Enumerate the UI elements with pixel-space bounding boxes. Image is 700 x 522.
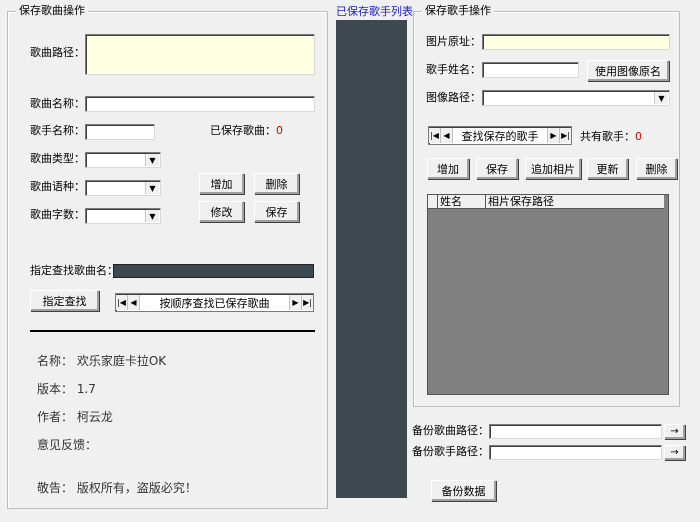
singer-grid-header: 姓名 相片保存路径 [428,195,664,209]
photo-source-label: 图片原址： [426,35,481,48]
saved-songs-count: 0 [276,124,283,137]
song-save-button[interactable]: 保存 [254,201,299,222]
app-name-text: 名称： 欢乐家庭卡拉OK [37,354,167,368]
singer-navigator-text: 查找保存的歌手 [461,129,539,143]
next-record-icon[interactable]: ▶ [289,295,301,310]
first-record-icon[interactable]: |◀ [116,295,128,310]
prev-record-icon[interactable]: ◀ [441,128,453,143]
song-path-input[interactable] [85,34,315,75]
song-type-select[interactable]: ▼ [85,152,161,168]
song-navigator[interactable]: |◀ ◀ 按顺序查找已保存歌曲 ▶ ▶| [115,293,314,312]
first-record-icon[interactable]: |◀ [429,128,441,143]
song-delete-button[interactable]: 删除 [254,173,299,194]
singer-delete-button[interactable]: 删除 [636,158,677,179]
last-record-icon[interactable]: ▶| [559,128,571,143]
backup-singer-browse-button[interactable]: → [664,445,685,460]
app-notice-text: 敬告： 版权所有，盗版必究！ [37,481,197,495]
total-singers-text: 共有歌手： [580,130,635,143]
chevron-down-icon[interactable]: ▼ [145,154,159,166]
backup-song-label: 备份歌曲路径： [412,424,489,437]
song-name-label: 歌曲名称： [30,97,85,110]
singer-panel-title: 保存歌手操作 [422,4,494,18]
saved-singers-title: 已保存歌手列表 [336,5,413,18]
singer-fullname-input[interactable] [482,62,579,78]
song-add-button[interactable]: 增加 [199,173,244,194]
backup-data-button[interactable]: 备份数据 [431,480,496,501]
singer-navigator[interactable]: |◀ ◀ 查找保存的歌手 ▶ ▶| [428,126,572,145]
app-author-text: 作者： 柯云龙 [37,410,113,424]
singer-grid[interactable]: 姓名 相片保存路径 [427,194,669,395]
total-singers-count: 0 [635,130,642,143]
photo-source-input[interactable] [482,34,670,50]
singer-name-input[interactable] [85,124,155,140]
prev-record-icon[interactable]: ◀ [128,295,140,310]
separator-line [30,330,315,332]
search-song-button[interactable]: 指定查找 [30,290,99,311]
song-words-select[interactable]: ▼ [85,208,161,224]
backup-singer-label: 备份歌手路径： [412,445,489,458]
song-edit-button[interactable]: 修改 [199,201,244,222]
grid-indicator-col [428,195,438,208]
song-panel-title: 保存歌曲操作 [16,4,88,18]
image-path-select[interactable]: ▼ [482,90,670,106]
total-singers-label: 共有歌手：0 [580,130,642,144]
backup-song-input[interactable] [489,424,662,439]
singer-name-label: 歌手名称： [30,124,85,137]
singer-add-button[interactable]: 增加 [427,158,469,179]
singer-fullname-label: 歌手姓名： [426,63,481,76]
song-words-label: 歌曲字数： [30,208,85,221]
song-navigator-text: 按顺序查找已保存歌曲 [159,296,270,310]
singer-save-button[interactable]: 保存 [476,158,518,179]
song-lang-select[interactable]: ▼ [85,180,161,196]
song-panel: 保存歌曲操作 [7,4,328,509]
song-path-label: 歌曲路径： [30,46,85,59]
saved-singers-list[interactable] [336,20,407,498]
use-image-name-button[interactable]: 使用图像原名 [587,60,669,81]
chevron-down-icon[interactable]: ▼ [145,210,159,222]
grid-col-name[interactable]: 姓名 [438,195,486,208]
song-type-label: 歌曲类型： [30,152,85,165]
add-photo-button[interactable]: 追加相片 [525,158,581,179]
grid-col-path[interactable]: 相片保存路径 [486,195,664,208]
search-song-label: 指定查找歌曲名： [30,264,118,277]
song-name-input[interactable] [85,96,315,112]
image-path-label: 图像路径： [426,91,481,104]
chevron-down-icon[interactable]: ▼ [654,92,668,104]
search-song-input[interactable] [113,264,314,278]
app-version-text: 版本： 1.7 [37,382,96,396]
app-feedback-text: 意见反馈： [37,438,98,452]
next-record-icon[interactable]: ▶ [547,128,559,143]
backup-song-browse-button[interactable]: → [664,424,685,439]
singer-refresh-button[interactable]: 更新 [587,158,628,179]
saved-songs-label: 已保存歌曲：0 [210,124,283,138]
song-lang-label: 歌曲语种： [30,180,85,193]
last-record-icon[interactable]: ▶| [301,295,313,310]
backup-singer-input[interactable] [489,445,662,460]
chevron-down-icon[interactable]: ▼ [145,182,159,194]
saved-songs-text: 已保存歌曲： [210,124,276,137]
